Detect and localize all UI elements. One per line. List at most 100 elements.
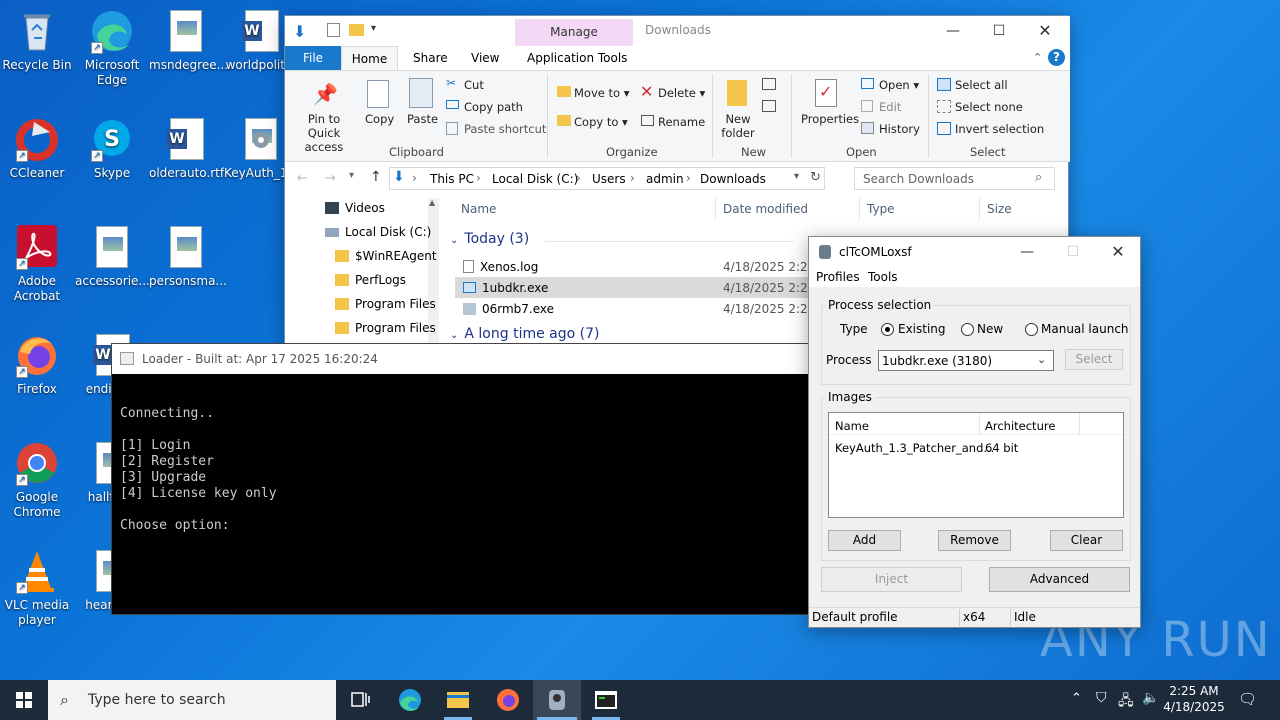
console-taskbar-icon[interactable] [582,680,630,720]
select-button[interactable]: Select [1065,349,1123,370]
desktop-icon-msndegree[interactable]: msndegree... [149,8,228,73]
desktop-icon-olderauto[interactable]: W olderauto.rtf [149,116,224,181]
copy-path-button[interactable]: Copy path [464,100,523,114]
file-explorer-taskbar-icon[interactable] [434,680,482,720]
desktop-icon-vlc[interactable]: ↗ VLC media player [0,548,74,628]
nav-item-winreagent[interactable]: $WinREAgent [335,249,437,263]
group-today[interactable]: ⌄ Today (3) [450,231,529,247]
images-list[interactable]: Name Architecture KeyAuth_1.3_Patcher_an… [828,412,1124,518]
rename-button[interactable]: Rename [658,115,705,129]
inject-button[interactable]: Inject [821,567,962,592]
radio-manual-launch-label[interactable]: Manual launch [1041,322,1129,336]
taskbar-search-input[interactable]: Type here to search [88,692,226,708]
properties-button[interactable]: Properties [801,112,859,126]
column-date-modified[interactable]: Date modified [723,202,808,216]
radio-existing[interactable] [881,323,894,336]
close-button[interactable]: ✕ [1022,16,1068,46]
breadcrumb-this-pc[interactable]: This PC [430,172,474,186]
delete-button[interactable]: Delete ▾ [658,86,705,100]
history-button[interactable]: History [879,122,920,136]
firefox-taskbar-icon[interactable] [484,680,532,720]
desktop-icon-recycle-bin[interactable]: Recycle Bin [0,8,74,73]
advanced-button[interactable]: Advanced [989,567,1130,592]
desktop-icon-ccleaner[interactable]: ↗ CCleaner [0,116,74,181]
tab-view[interactable]: View [471,49,499,67]
console-title-bar[interactable]: Loader - Built at: Apr 17 2025 16:20:24 [112,344,810,374]
help-icon[interactable]: ? [1048,49,1065,66]
radio-existing-label[interactable]: Existing [898,322,946,336]
task-view-icon[interactable] [336,680,384,720]
tab-share[interactable]: Share [413,49,448,67]
notifications-icon[interactable]: 🗨 [1238,690,1257,708]
clear-button[interactable]: Clear [1050,530,1123,551]
select-all-button[interactable]: Select all [955,78,1008,92]
recent-locations-icon[interactable]: ▾ [349,170,354,181]
injector-window[interactable]: clTcOMLoxsf — ☐ ✕ Profiles Tools Process… [808,236,1141,628]
file-row[interactable]: 06rmb7.exe [463,302,554,316]
desktop-icon-firefox[interactable]: ↗ Firefox [0,332,74,397]
breadcrumb-downloads[interactable]: Downloads [700,172,766,186]
search-box[interactable]: Search Downloads ⌕ [854,167,1055,190]
start-button[interactable] [0,680,48,720]
group-long-time-ago[interactable]: ⌄ A long time ago (7) [450,326,599,342]
volume-icon[interactable]: 🔈 [1142,690,1159,706]
remove-button[interactable]: Remove [938,530,1011,551]
desktop-icon-personsma[interactable]: personsma... [149,224,227,289]
desktop-icon-accessories[interactable]: accessorie... [75,224,150,289]
image-row-architecture[interactable]: 64 bit [985,441,1018,455]
copy-button[interactable]: Copy [365,112,394,126]
desktop-icon-acrobat[interactable]: ↗ Adobe Acrobat [0,224,74,304]
new-item-icon[interactable] [762,78,776,90]
desktop-icon-chrome[interactable]: ↗ Google Chrome [0,440,74,520]
process-combobox[interactable]: 1ubdkr.exe (3180) ⌄ [878,350,1054,371]
breadcrumb-local-disk[interactable]: Local Disk (C:) [492,172,578,186]
properties-qat-icon[interactable] [327,23,340,37]
tab-application-tools[interactable]: Application Tools [527,49,627,67]
radio-new-label[interactable]: New [977,322,1003,336]
column-size[interactable]: Size [987,202,1012,216]
file-row[interactable]: Xenos.log [463,260,538,274]
injector-close-button[interactable]: ✕ [1095,237,1141,267]
qat-dropdown-icon[interactable]: ▾ [371,23,376,34]
pin-to-quick-access-button[interactable]: Pin to Quick access [291,112,357,154]
search-input[interactable]: Search Downloads [863,172,974,186]
image-row-name[interactable]: KeyAuth_1.3_Patcher_and... [835,441,994,455]
refresh-icon[interactable]: ↻ [810,170,821,185]
cut-button[interactable]: Cut [464,78,484,92]
nav-item-program-files[interactable]: Program Files [335,297,436,311]
back-icon[interactable]: ← [297,171,308,186]
column-type[interactable]: Type [867,202,895,216]
console-prompt[interactable]: Choose option: [120,518,230,534]
injector-maximize-button[interactable]: ☐ [1050,237,1096,267]
menu-profiles[interactable]: Profiles [816,270,860,284]
paste-button[interactable]: Paste [407,112,438,126]
up-icon[interactable]: ↑ [370,169,382,185]
manage-context-tab[interactable]: Manage [515,19,633,46]
new-folder-button[interactable]: New folder [721,112,755,140]
ribbon-collapse-icon[interactable]: ⌃ [1033,51,1042,64]
injector-taskbar-icon[interactable] [533,680,581,720]
breadcrumb-admin[interactable]: admin [646,172,684,186]
breadcrumb-users[interactable]: Users [592,172,626,186]
maximize-button[interactable]: ☐ [976,16,1022,46]
nav-item-program-files-x86[interactable]: Program Files [335,321,436,335]
tab-file[interactable]: File [285,46,341,70]
address-dropdown-icon[interactable]: ▾ [794,171,799,182]
invert-selection-button[interactable]: Invert selection [955,122,1044,136]
paste-shortcut-button[interactable]: Paste shortcut [464,122,546,136]
address-bar[interactable]: ⬇ › This PC › Local Disk (C:) › Users › … [389,167,825,190]
minimize-button[interactable]: — [930,16,976,46]
new-folder-qat-icon[interactable] [349,24,364,36]
desktop-icon-skype[interactable]: S ↗ Skype [75,116,149,181]
tab-home[interactable]: Home [341,46,398,71]
loader-console-window[interactable]: Loader - Built at: Apr 17 2025 16:20:24 … [111,343,811,615]
show-hidden-icons-icon[interactable]: ⌃ [1071,691,1082,706]
security-icon[interactable]: ⛉ [1096,690,1107,706]
move-to-button[interactable]: Move to ▾ [574,86,629,100]
taskbar-search-box[interactable]: ⌕ Type here to search [48,680,336,720]
edge-taskbar-icon[interactable] [386,680,434,720]
injector-minimize-button[interactable]: — [1004,237,1050,267]
desktop-icon-edge[interactable]: ↗ Microsoft Edge [75,8,149,88]
column-architecture[interactable]: Architecture [985,419,1055,433]
add-button[interactable]: Add [828,530,901,551]
